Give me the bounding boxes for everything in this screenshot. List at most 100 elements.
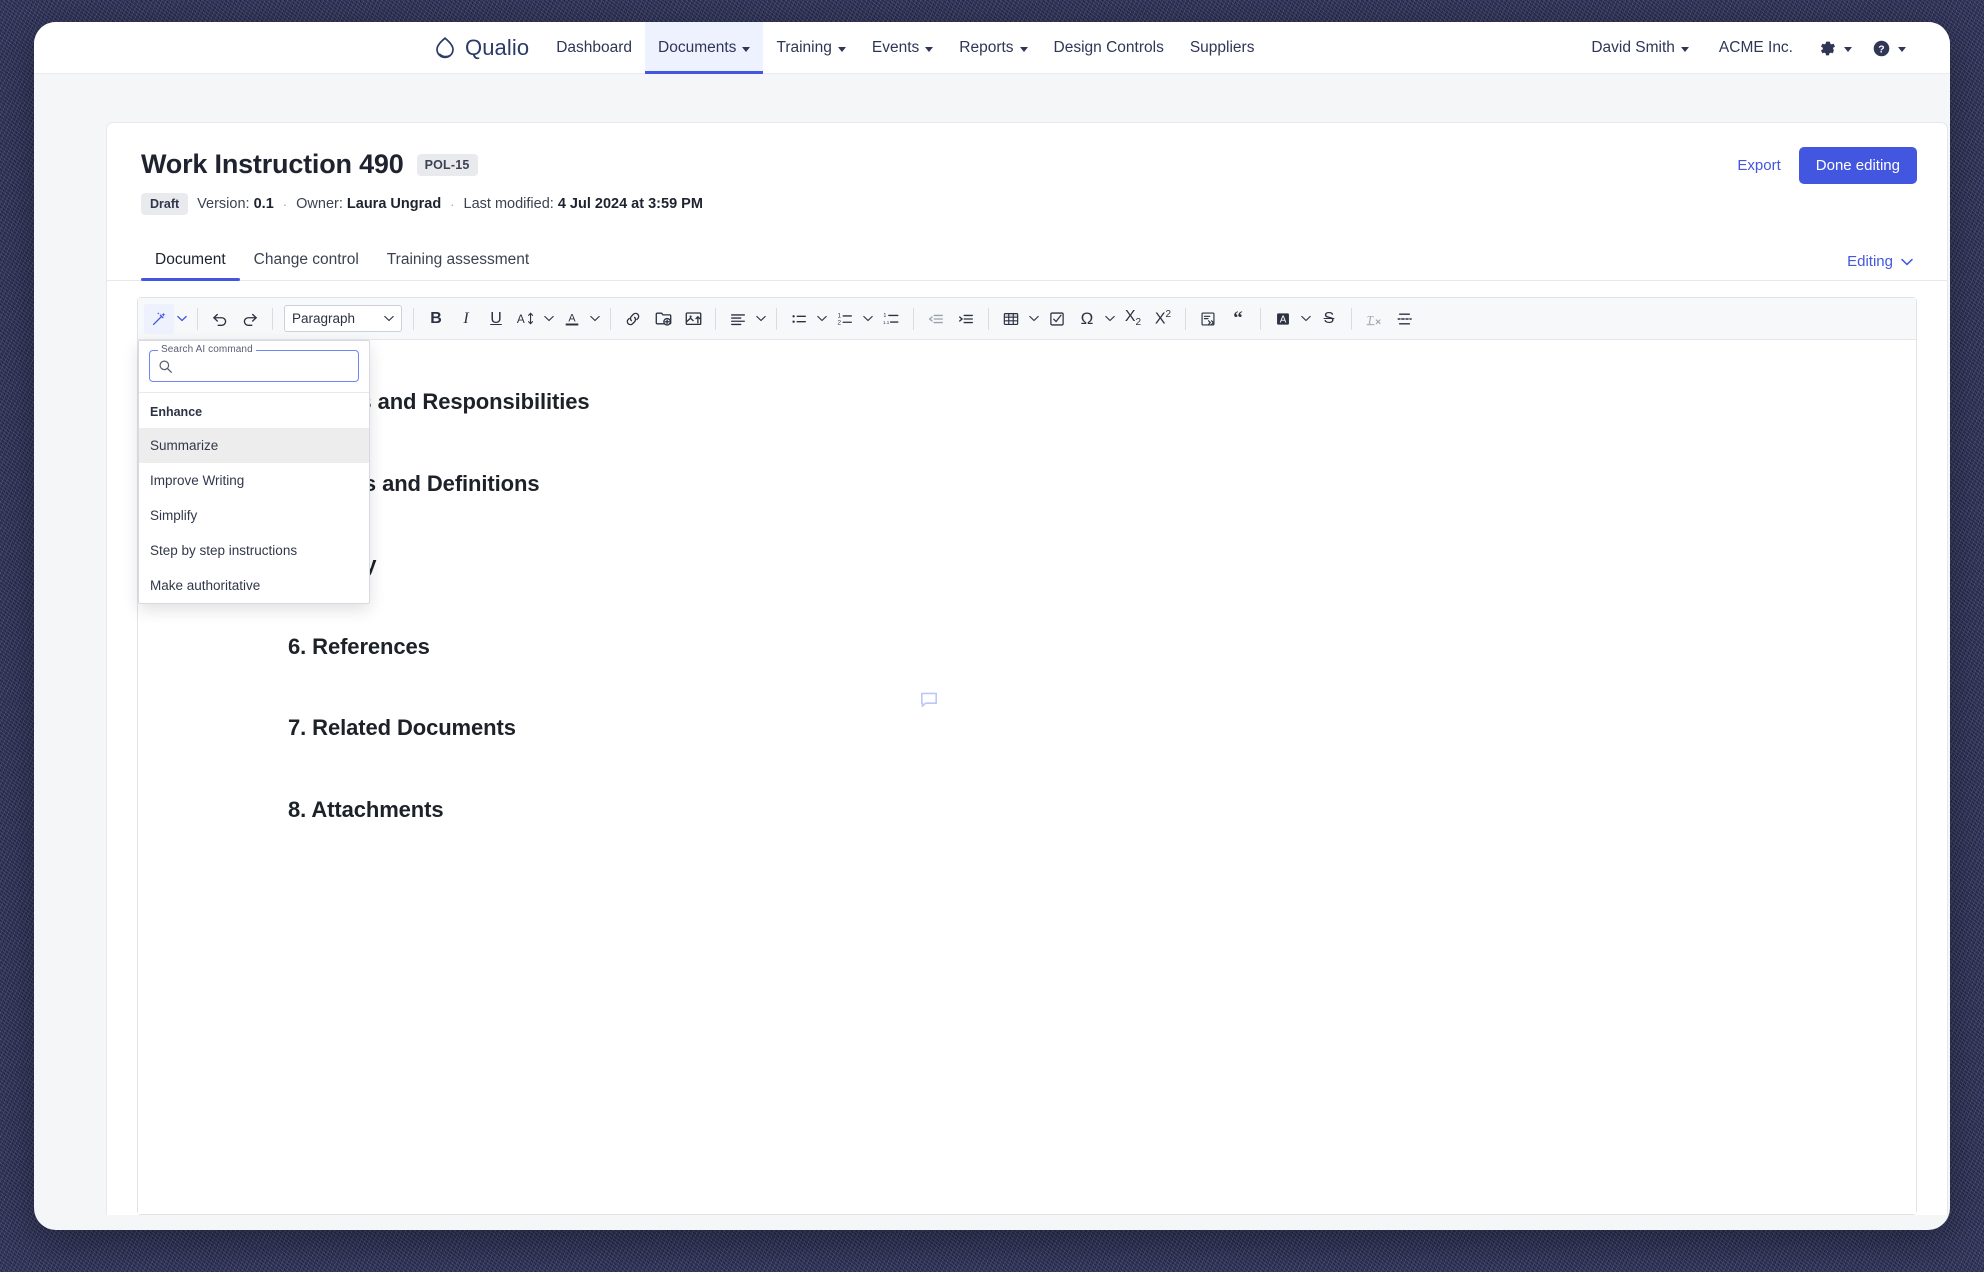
- highlight-icon[interactable]: A: [1268, 304, 1298, 334]
- document-body[interactable]: 3. Roles and Responsibilities 4. Terms a…: [288, 388, 1788, 877]
- nav-item-dashboard[interactable]: Dashboard: [543, 22, 645, 74]
- paragraph-style-select[interactable]: Paragraph: [284, 305, 402, 332]
- nav-item-training[interactable]: Training: [763, 22, 858, 74]
- document-heading: 4. Terms and Definitions: [288, 470, 540, 496]
- page-break-icon[interactable]: [1389, 304, 1419, 334]
- help-menu[interactable]: ?: [1864, 39, 1914, 58]
- brand-name: Qualio: [465, 35, 530, 60]
- multilevel-list-icon[interactable]: 1 1.1: [876, 304, 906, 334]
- tab-change-control[interactable]: Change control: [240, 251, 373, 280]
- blockquote-icon[interactable]: “: [1223, 304, 1253, 334]
- tab-document[interactable]: Document: [141, 251, 240, 281]
- chevron-down-icon: [1680, 46, 1689, 52]
- user-menu[interactable]: David Smith: [1578, 22, 1702, 74]
- chevron-down-icon: [1844, 46, 1852, 52]
- code-block-icon[interactable]: [1193, 304, 1223, 334]
- ai-item-simplify[interactable]: Simplify: [139, 498, 369, 533]
- tab-label: Training assessment: [386, 251, 530, 268]
- link-icon[interactable]: [618, 304, 648, 334]
- nav-item-reports[interactable]: Reports: [946, 22, 1040, 74]
- qualio-drop-logo-icon: [432, 35, 458, 61]
- numbered-list-icon[interactable]: 1 2: [830, 304, 860, 334]
- underline-icon[interactable]: U: [481, 304, 511, 334]
- user-name: David Smith: [1591, 39, 1675, 56]
- document-canvas[interactable]: 3. Roles and Responsibilities 4. Terms a…: [138, 340, 1916, 1214]
- version-value: 0.1: [253, 196, 274, 212]
- editing-mode-menu[interactable]: Editing: [1847, 253, 1913, 270]
- font-size-chevron-down-icon[interactable]: [541, 304, 557, 334]
- done-editing-button[interactable]: Done editing: [1798, 147, 1917, 184]
- checklist-icon[interactable]: [1042, 304, 1072, 334]
- ai-item-summarize[interactable]: Summarize: [139, 428, 369, 463]
- ai-magic-wand-icon[interactable]: [144, 303, 174, 334]
- settings-menu[interactable]: [1810, 39, 1860, 58]
- owner-meta: Owner: Laura Ungrad: [296, 196, 441, 212]
- rich-text-editor: Paragraph B I U A A 1 2 1 1.1 Ω X2 X2 “ …: [137, 297, 1917, 1215]
- bold-icon[interactable]: B: [421, 304, 451, 334]
- ai-search-input[interactable]: [179, 358, 350, 374]
- highlight-chevron-down-icon[interactable]: [1298, 304, 1314, 334]
- document-heading: 8. Attachments: [288, 796, 444, 822]
- chevron-down-icon: [925, 46, 934, 52]
- align-chevron-down-icon[interactable]: [753, 304, 769, 334]
- bulleted-list-icon[interactable]: [784, 304, 814, 334]
- strikethrough-icon[interactable]: S: [1314, 304, 1344, 334]
- text-color-icon[interactable]: A: [557, 304, 587, 334]
- text-color-chevron-down-icon[interactable]: [587, 304, 603, 334]
- align-icon[interactable]: [723, 304, 753, 334]
- qualio-logo[interactable]: Qualio: [432, 22, 543, 74]
- insert-file-icon[interactable]: [648, 304, 678, 334]
- tab-label: Document: [155, 251, 226, 268]
- owner-value: Laura Ungrad: [346, 196, 442, 212]
- nav-item-suppliers[interactable]: Suppliers: [1177, 22, 1268, 74]
- special-character-chevron-down-icon[interactable]: [1102, 304, 1118, 334]
- document-header: Work Instruction 490 POL-15 Draft Versio…: [107, 123, 1947, 215]
- document-code-badge: POL-15: [416, 153, 478, 176]
- subscript-icon[interactable]: X2: [1118, 304, 1148, 334]
- ai-item-step-by-step-instructions[interactable]: Step by step instructions: [139, 533, 369, 568]
- chevron-down-icon: [384, 315, 394, 322]
- toolbar-divider: [776, 307, 777, 330]
- clear-formatting-icon[interactable]: T: [1359, 304, 1389, 334]
- font-size-icon[interactable]: A: [511, 304, 541, 334]
- indent-icon[interactable]: [951, 304, 981, 334]
- ai-menu-chevron-down-icon[interactable]: [174, 304, 190, 334]
- document-heading: 5. Policy: [288, 551, 1788, 579]
- redo-icon[interactable]: [235, 304, 265, 334]
- document-page-card: Work Instruction 490 POL-15 Draft Versio…: [106, 122, 1948, 1215]
- insert-image-icon[interactable]: [678, 304, 708, 334]
- svg-text:1: 1: [883, 313, 886, 319]
- ai-search-field[interactable]: Search AI command: [149, 344, 359, 382]
- nav-item-documents[interactable]: Documents: [645, 22, 764, 74]
- superscript-icon[interactable]: X2: [1148, 304, 1178, 334]
- ai-item-label: Improve Writing: [150, 473, 245, 488]
- toolbar-divider: [413, 307, 414, 330]
- ai-item-make-authoritative[interactable]: Make authoritative: [139, 568, 369, 603]
- toolbar-divider: [197, 307, 198, 330]
- table-icon[interactable]: [996, 304, 1026, 334]
- toolbar-divider: [1260, 307, 1261, 330]
- header-actions: Export Done editing: [1737, 147, 1917, 184]
- ai-item-improve-writing[interactable]: Improve Writing: [139, 463, 369, 498]
- company-name[interactable]: ACME Inc.: [1706, 22, 1806, 74]
- nav-item-design-controls[interactable]: Design Controls: [1041, 22, 1177, 74]
- nav-label: Design Controls: [1053, 39, 1164, 56]
- undo-icon[interactable]: [205, 304, 235, 334]
- nav-item-events[interactable]: Events: [859, 22, 946, 74]
- nav-label: Dashboard: [556, 39, 633, 56]
- numbered-list-chevron-down-icon[interactable]: [860, 304, 876, 334]
- modified-label: Last modified:: [463, 196, 554, 212]
- toolbar-divider: [913, 307, 914, 330]
- nav-label: Reports: [959, 39, 1014, 56]
- table-chevron-down-icon[interactable]: [1026, 304, 1042, 334]
- bulleted-list-chevron-down-icon[interactable]: [814, 304, 830, 334]
- toolbar-divider: [715, 307, 716, 330]
- tab-training-assessment[interactable]: Training assessment: [373, 251, 543, 280]
- special-character-icon[interactable]: Ω: [1072, 304, 1102, 334]
- document-title-row: Work Instruction 490 POL-15: [141, 149, 1913, 180]
- italic-icon[interactable]: I: [451, 304, 481, 334]
- export-button[interactable]: Export: [1737, 157, 1780, 174]
- nav-label: Training: [776, 39, 832, 56]
- outdent-icon[interactable]: [921, 304, 951, 334]
- chevron-down-icon: [1901, 258, 1913, 266]
